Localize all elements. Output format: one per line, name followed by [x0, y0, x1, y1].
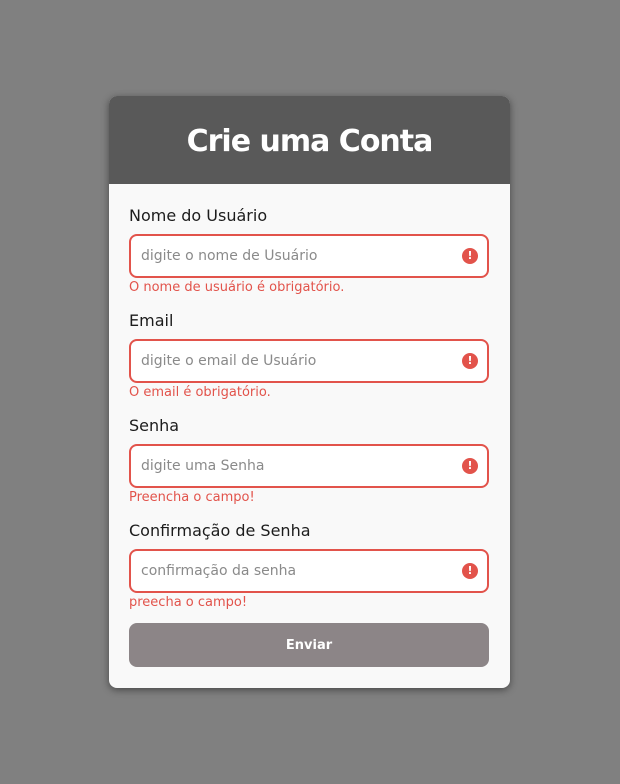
username-label: Nome do Usuário — [129, 206, 268, 225]
submit-button[interactable]: Enviar — [129, 623, 489, 667]
password-error-message: Preencha o campo! — [129, 490, 255, 505]
exclamation-circle-icon: ! — [462, 353, 478, 369]
password-confirm-error-message: preecha o campo! — [129, 595, 248, 610]
signup-card: Crie uma Conta Nome do Usuário ! O nome … — [109, 96, 510, 688]
password-label: Senha — [129, 416, 180, 435]
password-input-wrapper: ! — [129, 444, 489, 488]
username-input[interactable] — [131, 236, 487, 276]
username-error-message: O nome de usuário é obrigatório. — [129, 280, 345, 295]
email-label: Email — [129, 311, 174, 330]
page-title: Crie uma Conta — [186, 123, 434, 159]
exclamation-circle-icon: ! — [462, 458, 478, 474]
password-confirm-field-group: Confirmação de Senha ! preecha o campo! — [129, 521, 490, 613]
username-field-group: Nome do Usuário ! O nome de usuário é ob… — [129, 206, 490, 298]
signup-form: Nome do Usuário ! O nome de usuário é ob… — [109, 184, 510, 667]
password-confirm-input-wrapper: ! — [129, 549, 489, 593]
password-confirm-label: Confirmação de Senha — [129, 521, 311, 540]
exclamation-circle-icon: ! — [462, 248, 478, 264]
email-input[interactable] — [131, 341, 487, 381]
email-field-group: Email ! O email é obrigatório. — [129, 311, 490, 403]
email-error-message: O email é obrigatório. — [129, 385, 271, 400]
password-input[interactable] — [131, 446, 487, 486]
email-input-wrapper: ! — [129, 339, 489, 383]
username-input-wrapper: ! — [129, 234, 489, 278]
card-header: Crie uma Conta — [109, 96, 510, 184]
exclamation-circle-icon: ! — [462, 563, 478, 579]
password-field-group: Senha ! Preencha o campo! — [129, 416, 490, 508]
password-confirm-input[interactable] — [131, 551, 487, 591]
